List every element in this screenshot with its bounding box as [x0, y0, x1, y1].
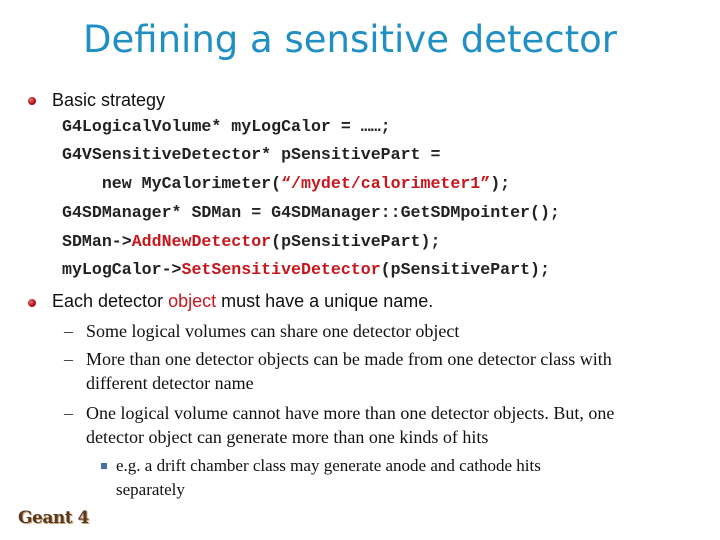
bullet-text-after: must have a unique name. — [216, 291, 434, 311]
code-highlight: AddNewDetector — [131, 232, 272, 251]
red-sphere-bullet-icon — [28, 299, 36, 307]
code-text: G4LogicalVolume* myLogCalor = ……; — [62, 117, 391, 136]
slide-title: Defining a sensitive detector — [83, 18, 617, 61]
code-text: G4VSensitiveDetector* pSensitivePart = — [62, 145, 441, 164]
dash-bullet-icon: – — [64, 403, 73, 423]
code-text: (pSensitivePart); — [380, 260, 550, 279]
code-text: SDMan-> — [62, 232, 132, 251]
code-highlight: “/mydet/calorimeter1” — [281, 174, 491, 193]
sub-item-1: Some logical volumes can share one detec… — [86, 321, 460, 341]
highlight-object: object — [168, 291, 217, 311]
bullet-basic-strategy: Basic strategy — [52, 90, 166, 110]
sub-item-2-line-2: different detector name — [86, 373, 254, 393]
sub-item-3-line-1: One logical volume cannot have more than… — [86, 403, 615, 423]
dash-bullet-icon: – — [64, 321, 73, 341]
dash-bullet-icon: – — [64, 349, 73, 369]
code-text: ); — [490, 174, 511, 193]
code-line: SDMan->AddNewDetector(pSensitivePart); — [62, 232, 440, 251]
code-line: G4SDManager* SDMan = G4SDManager::GetSDM… — [62, 203, 560, 222]
bullet-unique-name: Each detector object must have a unique … — [52, 291, 433, 312]
sub-sub-item-line-1: e.g. a drift chamber class may generate … — [116, 456, 541, 475]
code-line: G4VSensitiveDetector* pSensitivePart = — [62, 145, 440, 164]
code-line: new MyCalorimeter(“/mydet/calorimeter1”)… — [62, 174, 510, 193]
sub-item-2-line-1: More than one detector objects can be ma… — [86, 349, 612, 369]
code-text: myLogCalor-> — [62, 260, 182, 279]
code-highlight: SetSensitiveDetector — [181, 260, 381, 279]
code-text: new MyCalorimeter( — [62, 174, 282, 193]
geant4-logo: Geant 4 — [18, 508, 89, 528]
sub-item-3-line-2: detector object can generate more than o… — [86, 427, 489, 447]
red-sphere-bullet-icon — [28, 97, 36, 105]
sub-sub-item-line-2: separately — [116, 480, 185, 499]
code-line: G4LogicalVolume* myLogCalor = ……; — [62, 117, 391, 136]
bullet-text-before: Each detector — [52, 291, 169, 311]
blue-square-bullet-icon — [101, 463, 107, 469]
code-text: G4SDManager* SDMan = G4SDManager::GetSDM… — [62, 203, 560, 222]
code-text: (pSensitivePart); — [271, 232, 441, 251]
code-line: myLogCalor->SetSensitiveDetector(pSensit… — [62, 260, 550, 279]
